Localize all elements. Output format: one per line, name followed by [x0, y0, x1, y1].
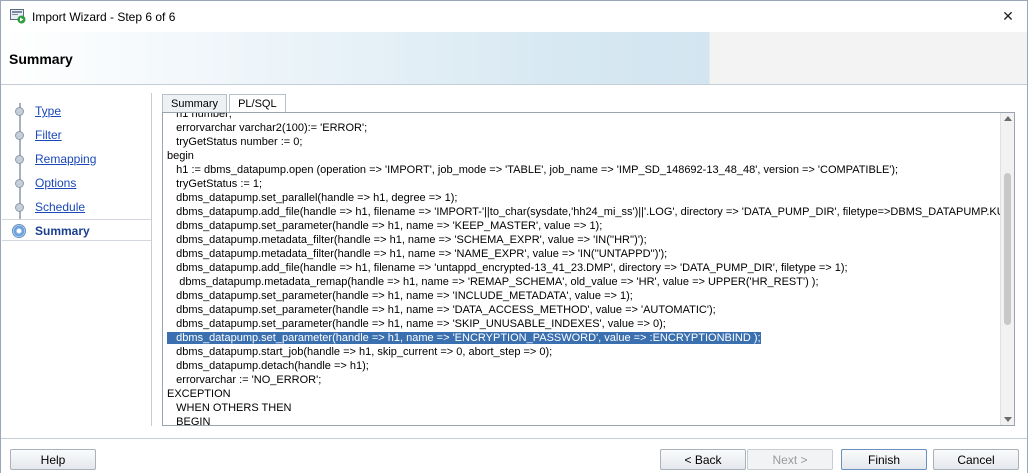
help-button-label: Help [40, 452, 66, 467]
code-line-text: begin [167, 150, 194, 162]
code-line[interactable]: dbms_datapump.set_parameter(handle => h1… [167, 317, 1001, 331]
code-line-text: h1 number; [167, 112, 232, 120]
next-button[interactable]: Next > [747, 449, 833, 470]
nav-step-schedule[interactable]: Schedule [2, 196, 151, 218]
nav-step-label[interactable]: Remapping [35, 152, 96, 166]
step-current-icon [12, 224, 26, 238]
code-line-text: dbms_datapump.add_file(handle => h1, fil… [176, 206, 1014, 218]
wizard-steps-nav: Type Filter Remapping Options Schedule S… [2, 93, 152, 426]
help-button[interactable]: Help [10, 449, 96, 470]
nav-step-label[interactable]: Options [35, 176, 76, 190]
page-title: Summary [9, 51, 73, 67]
nav-step-summary[interactable]: Summary [2, 219, 151, 241]
nav-step-label[interactable]: Type [35, 104, 61, 118]
nav-step-label[interactable]: Filter [35, 128, 62, 142]
code-line[interactable]: BEGIN [167, 415, 1001, 426]
nav-step-remapping[interactable]: Remapping [2, 148, 151, 170]
close-icon: ✕ [1002, 7, 1014, 24]
code-line[interactable]: dbms_datapump.set_parallel(handle => h1,… [167, 191, 1001, 205]
code-line-text: dbms_datapump.set_parameter(handle => h1… [167, 304, 716, 316]
cancel-button[interactable]: Cancel [933, 449, 1019, 470]
code-line[interactable]: dbms_datapump.detach(handle => h1); [167, 359, 1001, 373]
close-button[interactable]: ✕ [997, 6, 1019, 26]
finish-button[interactable]: Finish [841, 449, 927, 470]
step-done-icon [15, 131, 24, 140]
step-done-icon [15, 179, 24, 188]
app-icon [10, 9, 26, 24]
nav-step-filter[interactable]: Filter [2, 124, 151, 146]
code-line-text: WHEN OTHERS THEN [167, 402, 292, 414]
back-button[interactable]: < Back [660, 449, 746, 470]
finish-button-label: Finish [867, 452, 900, 467]
import-wizard-window: Import Wizard - Step 6 of 6 ✕ Summary Ty… [0, 0, 1028, 473]
nav-step-options[interactable]: Options [2, 172, 151, 194]
code-line-text: dbms_datapump.metadata_remap(handle => h… [167, 276, 819, 288]
title-bar: Import Wizard - Step 6 of 6 ✕ [1, 1, 1027, 32]
code-line[interactable]: dbms_datapump.add_file(handle => h1, fil… [167, 205, 1014, 219]
step-done-icon [15, 155, 24, 164]
code-line-text: errorvarchar varchar2(100):= 'ERROR'; [167, 122, 368, 134]
code-line[interactable]: dbms_datapump.metadata_filter(handle => … [167, 247, 1001, 261]
code-line[interactable]: dbms_datapump.add_file(handle => h1, fil… [167, 261, 1001, 275]
nav-step-label[interactable]: Schedule [35, 200, 85, 214]
code-line[interactable]: tryGetStatus := 1; [167, 177, 1001, 191]
code-line-text: errorvarchar := 'NO_ERROR'; [167, 374, 322, 386]
cancel-button-label: Cancel [957, 452, 995, 467]
step-done-icon [15, 107, 24, 116]
plsql-code[interactable]: h1 number; errorvarchar varchar2(100):= … [167, 112, 1014, 426]
code-line[interactable]: h1 number; [167, 112, 1001, 121]
code-line-text: tryGetStatus number := 0; [167, 136, 303, 148]
vertical-scrollbar[interactable] [1000, 113, 1014, 425]
code-line[interactable]: h1 := dbms_datapump.open (operation => '… [167, 163, 1001, 177]
tab-summary[interactable]: Summary [162, 94, 228, 112]
code-line-text: dbms_datapump.set_parallel(handle => h1,… [167, 192, 458, 204]
code-line-text: dbms_datapump.detach(handle => h1); [167, 360, 369, 372]
window-title: Import Wizard - Step 6 of 6 [32, 10, 176, 24]
code-line-text: dbms_datapump.metadata_filter(handle => … [167, 234, 647, 246]
code-line-text: BEGIN [167, 416, 211, 426]
code-line-text: dbms_datapump.metadata_filter(handle => … [167, 248, 668, 260]
code-line[interactable]: WHEN OTHERS THEN [167, 401, 1001, 415]
step-done-icon [15, 203, 24, 212]
plsql-code-pane[interactable]: h1 number; errorvarchar varchar2(100):= … [162, 112, 1015, 426]
code-line-text: h1 := dbms_datapump.open (operation => '… [167, 164, 899, 176]
nav-step-type[interactable]: Type [2, 100, 151, 122]
code-line-text: dbms_datapump.add_file(handle => h1, fil… [167, 262, 848, 274]
code-line[interactable]: errorvarchar varchar2(100):= 'ERROR'; [167, 121, 1001, 135]
back-button-label: < Back [684, 452, 722, 467]
scroll-up-icon[interactable] [1004, 116, 1012, 121]
scroll-thumb[interactable] [1004, 173, 1011, 325]
code-line-text: dbms_datapump.set_parameter(handle => h1… [167, 290, 633, 302]
code-line[interactable]: dbms_datapump.set_parameter(handle => h1… [167, 289, 1001, 303]
summary-tabs: Summary PL/SQL [162, 94, 288, 113]
code-line-text: EXCEPTION [167, 388, 231, 400]
tab-plsql[interactable]: PL/SQL [229, 94, 286, 113]
code-line-text: dbms_datapump.set_parameter(handle => h1… [167, 332, 761, 344]
scroll-down-icon[interactable] [1004, 417, 1012, 422]
wizard-header: Summary [1, 32, 1027, 85]
wizard-footer: Help < Back Next > Finish Cancel [1, 438, 1027, 473]
code-line[interactable]: dbms_datapump.metadata_filter(handle => … [167, 233, 1001, 247]
code-line[interactable]: dbms_datapump.set_parameter(handle => h1… [167, 219, 1001, 233]
code-line[interactable]: tryGetStatus number := 0; [167, 135, 1001, 149]
code-line[interactable]: dbms_datapump.set_parameter(handle => h1… [167, 303, 1001, 317]
nav-step-label[interactable]: Summary [35, 224, 90, 238]
code-line[interactable]: EXCEPTION [167, 387, 1001, 401]
code-line-text: dbms_datapump.set_parameter(handle => h1… [167, 220, 603, 232]
code-line-text: dbms_datapump.set_parameter(handle => h1… [167, 318, 666, 330]
code-line-text: dbms_datapump.start_job(handle => h1, sk… [167, 346, 553, 358]
code-line[interactable]: errorvarchar := 'NO_ERROR'; [167, 373, 1001, 387]
code-line[interactable]: dbms_datapump.metadata_remap(handle => h… [167, 275, 1001, 289]
code-line[interactable]: dbms_datapump.start_job(handle => h1, sk… [167, 345, 1001, 359]
code-line[interactable]: begin [167, 149, 1001, 163]
next-button-label: Next > [772, 452, 808, 467]
code-line-text: tryGetStatus := 1; [167, 178, 263, 190]
code-line-selected[interactable]: dbms_datapump.set_parameter(handle => h1… [167, 331, 1001, 345]
